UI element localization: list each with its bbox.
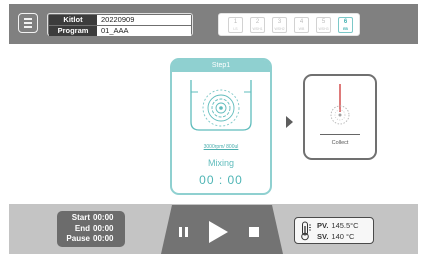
collect-label: Collect xyxy=(331,140,349,146)
play-button[interactable] xyxy=(209,221,228,243)
run-times-panel: Start 00:00 End 00:00 Pause 00:00 xyxy=(57,211,125,247)
step-5[interactable]: 5 WSH3 xyxy=(316,17,331,33)
step-timer: 00 : 00 xyxy=(199,173,243,187)
program-value: 01_AAA xyxy=(97,26,191,36)
mixing-vessel-icon xyxy=(190,80,252,131)
footer-bar: Start 00:00 End 00:00 Pause 00:00 PV. 14… xyxy=(9,204,418,254)
step-2[interactable]: 2 WSH1 xyxy=(250,17,265,33)
pause-icon xyxy=(179,227,182,237)
stop-button[interactable] xyxy=(249,227,259,237)
end-label: End xyxy=(74,223,90,233)
start-label: Start xyxy=(71,213,90,222)
main-area: Step1 3000rpm/ 800ul Mixing 00 : 00 Coll… xyxy=(9,44,418,204)
pause-value: 00:00 xyxy=(93,234,114,243)
step-6[interactable]: 6 EB xyxy=(338,17,353,33)
temperature-panel: PV. 145.5°C SV. 140 °C xyxy=(294,217,374,244)
step-mode: Mixing xyxy=(207,158,234,168)
thermometer-icon xyxy=(301,221,311,241)
header-bar: Kitlot 20220909 Program 01_AAA 1 LS 2 WS… xyxy=(9,4,418,44)
sv-label: SV. xyxy=(317,232,329,241)
step-indicator: 1 LS 2 WSH1 3 WSH2 4 WB 5 WSH3 6 EB xyxy=(218,13,360,36)
playback-controls xyxy=(161,205,283,254)
collect-vessel-icon xyxy=(330,84,350,125)
run-info-panel: Kitlot 20220909 Program 01_AAA xyxy=(47,13,193,36)
speed-volume: 3000rpm/ 800ul xyxy=(203,144,239,150)
pause-label: Pause xyxy=(66,234,90,243)
program-label: Program xyxy=(49,26,97,36)
current-step-card[interactable]: Step1 3000rpm/ 800ul Mixing 00 : 00 xyxy=(170,58,272,195)
sv-value: 140 °C xyxy=(331,232,355,241)
kitlot-label: Kitlot xyxy=(49,15,97,25)
device-screen: Kitlot 20220909 Program 01_AAA 1 LS 2 WS… xyxy=(9,4,418,254)
end-value: 00:00 xyxy=(93,223,114,233)
pv-label: PV. xyxy=(317,221,329,230)
end-row: End 00:00 xyxy=(57,224,125,235)
program-row: Program 01_AAA xyxy=(49,26,191,36)
pv-reading: PV. 145.5°C xyxy=(317,221,359,230)
kitlot-value: 20220909 xyxy=(97,15,191,25)
pause-button[interactable] xyxy=(179,227,188,237)
chevron-right-icon xyxy=(286,116,293,128)
start-value: 00:00 xyxy=(93,213,114,222)
menu-icon xyxy=(24,18,32,20)
step-3[interactable]: 3 WSH2 xyxy=(272,17,287,33)
step-title: Step1 xyxy=(172,60,270,72)
step-4[interactable]: 4 WB xyxy=(294,17,309,33)
kitlot-row: Kitlot 20220909 xyxy=(49,15,191,25)
menu-button[interactable] xyxy=(18,13,38,33)
pause-row: Pause 00:00 xyxy=(57,234,125,245)
divider xyxy=(320,134,360,135)
sv-reading: SV. 140 °C xyxy=(317,232,354,241)
step-1[interactable]: 1 LS xyxy=(228,17,243,33)
pv-value: 145.5°C xyxy=(331,221,359,230)
collect-step-card[interactable]: Collect xyxy=(303,74,377,160)
start-row: Start 00:00 xyxy=(57,213,125,224)
